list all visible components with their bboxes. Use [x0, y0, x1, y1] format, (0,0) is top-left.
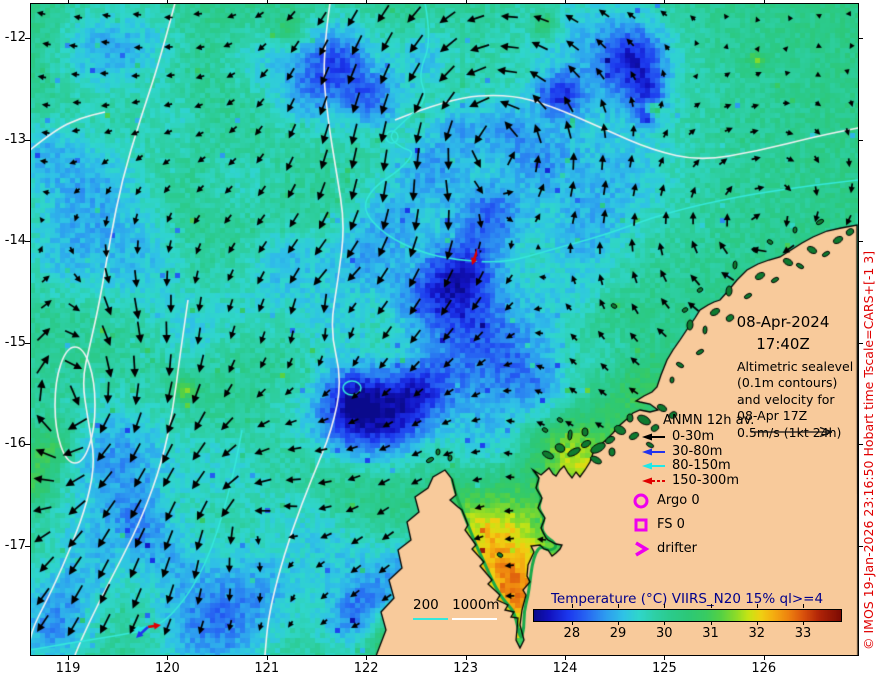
- colorbar-tick-label: 30: [656, 626, 673, 641]
- legend-row-label: 80-150m: [672, 458, 731, 474]
- marker-row: FS 0: [631, 516, 700, 534]
- colorbar-tick-mark: [618, 604, 620, 608]
- x-tick-mark: [266, 655, 268, 660]
- marker-row-label: FS 0: [657, 517, 685, 533]
- isobath-200-line: [452, 618, 497, 620]
- anmn-legend-rows: 0-30m 30-80m 80-150m 150-300m: [641, 429, 754, 489]
- colorbar-tick-mark: [710, 621, 712, 625]
- legend-row-label: 0-30m: [672, 429, 715, 445]
- drifter-marker-icon: [631, 540, 651, 558]
- legend-row-label: 150-300m: [672, 473, 739, 489]
- x-tick-label: 125: [651, 661, 677, 676]
- annotation-line: and velocity for: [737, 391, 835, 407]
- marker-row: Argo 0: [631, 492, 700, 510]
- isobath-scalebar: 200 1000m: [413, 597, 500, 613]
- velocity-scale-arrow: [751, 426, 833, 438]
- platform-legend: Argo 0 FS 0 drifter: [631, 492, 700, 564]
- depth-arrow-icon: [642, 448, 665, 456]
- colorbar-title: Temperature (°C) VIIRS_N20 15% ql>=4: [550, 591, 824, 607]
- annotation-line: 08-Apr 17Z: [737, 408, 808, 424]
- date-label: 08-Apr-2024: [736, 313, 830, 331]
- marker-row-label: Argo 0: [657, 493, 700, 509]
- x-tick-mark-top: [763, 0, 765, 3]
- anmn-legend-title: ANMN 12h av.: [663, 413, 755, 428]
- isobath-1000-line: [413, 618, 448, 620]
- y-tick-label: -16: [4, 436, 26, 451]
- legend-row: 30-80m: [641, 444, 754, 459]
- colorbar-tick-mark: [710, 604, 712, 608]
- y-tick-mark-right: [858, 38, 863, 39]
- x-tick-mark-top: [167, 0, 169, 3]
- y-tick-label: -14: [4, 233, 26, 248]
- timestamp-block: 08-Apr-2024 17:40Z: [731, 312, 835, 356]
- legend-row: 150-300m: [641, 473, 754, 489]
- square-glyph: [634, 518, 648, 532]
- colorbar-tick-mark: [664, 604, 666, 608]
- time-label: 17:40Z: [756, 334, 810, 353]
- x-tick-mark: [366, 655, 368, 660]
- x-tick-label: 120: [154, 661, 180, 676]
- x-tick-label: 126: [751, 661, 777, 676]
- colorbar-tick-mark: [571, 621, 573, 625]
- fs-marker-icon: [631, 516, 651, 534]
- y-tick-label: -12: [4, 30, 26, 45]
- colorbar-tick-mark: [756, 604, 758, 608]
- legend-row: 0-30m: [641, 429, 754, 445]
- isobath-1000-label: 1000m: [452, 597, 500, 613]
- y-tick-label: -15: [4, 334, 26, 350]
- colorbar-tick-label: 28: [563, 626, 581, 641]
- x-tick-mark-top: [565, 0, 566, 3]
- depth-arrow-icon: [642, 433, 665, 441]
- y-tick-label: -13: [4, 131, 26, 147]
- anmn-legend: ANMN 12h av. 0-30m 30-80m 80-150m 150-300m: [641, 413, 754, 488]
- circle-glyph: [633, 493, 649, 509]
- x-tick-mark: [664, 655, 666, 660]
- x-tick-label: 121: [254, 661, 280, 676]
- x-tick-mark: [68, 655, 69, 660]
- legend-row-label: 30-80m: [672, 443, 723, 459]
- colorbar-tick-mark: [571, 604, 573, 608]
- colorbar-tick-mark: [618, 621, 620, 625]
- x-tick-label: 122: [353, 661, 379, 676]
- y-tick-label: -17: [4, 537, 26, 553]
- credit-text: © IMOS 19-Jan-2026 23:16:50 Hobart time …: [861, 250, 876, 650]
- annotation-line: (0.1m contours): [737, 375, 838, 391]
- x-tick-mark: [167, 655, 169, 660]
- x-tick-mark-top: [664, 0, 666, 3]
- annotation-line: Altimetric sealevel: [737, 359, 854, 374]
- colorbar-tick-mark: [664, 621, 666, 625]
- colorbar-tick-mark: [803, 604, 804, 608]
- colorbar-tick-mark: [803, 621, 804, 625]
- x-tick-mark: [763, 655, 765, 660]
- marker-row-label: drifter: [657, 541, 697, 557]
- depth-arrow-icon: [642, 477, 665, 485]
- x-tick-label: 123: [453, 661, 478, 676]
- marker-row: drifter: [631, 540, 700, 558]
- colorbar-tick-label: 32: [748, 626, 766, 641]
- isobath-200-label: 200: [413, 597, 439, 613]
- colorbar-tick-label: 33: [794, 626, 812, 641]
- x-tick-mark: [565, 655, 566, 660]
- colorbar-tick-label: 29: [609, 626, 627, 641]
- chevron-glyph: [635, 541, 650, 557]
- x-tick-mark: [465, 655, 467, 660]
- colorbar-tick-label: 31: [702, 626, 719, 641]
- x-tick-label: 119: [55, 661, 81, 676]
- x-tick-mark-top: [366, 0, 368, 3]
- x-tick-label: 124: [552, 661, 578, 676]
- x-tick-mark-top: [465, 0, 467, 3]
- figure-root: 119 120 121 122 123 124 125 126 -12 -13 -14 -15 -16…: [0, 0, 880, 680]
- colorbar-gradient: [533, 609, 842, 622]
- argo-marker-icon: [631, 492, 651, 510]
- colorbar-tick-mark: [756, 621, 758, 625]
- x-tick-mark-top: [266, 0, 268, 3]
- legend-row: 80-150m: [641, 458, 754, 474]
- x-tick-mark-top: [68, 0, 69, 3]
- depth-arrow-icon: [642, 462, 665, 470]
